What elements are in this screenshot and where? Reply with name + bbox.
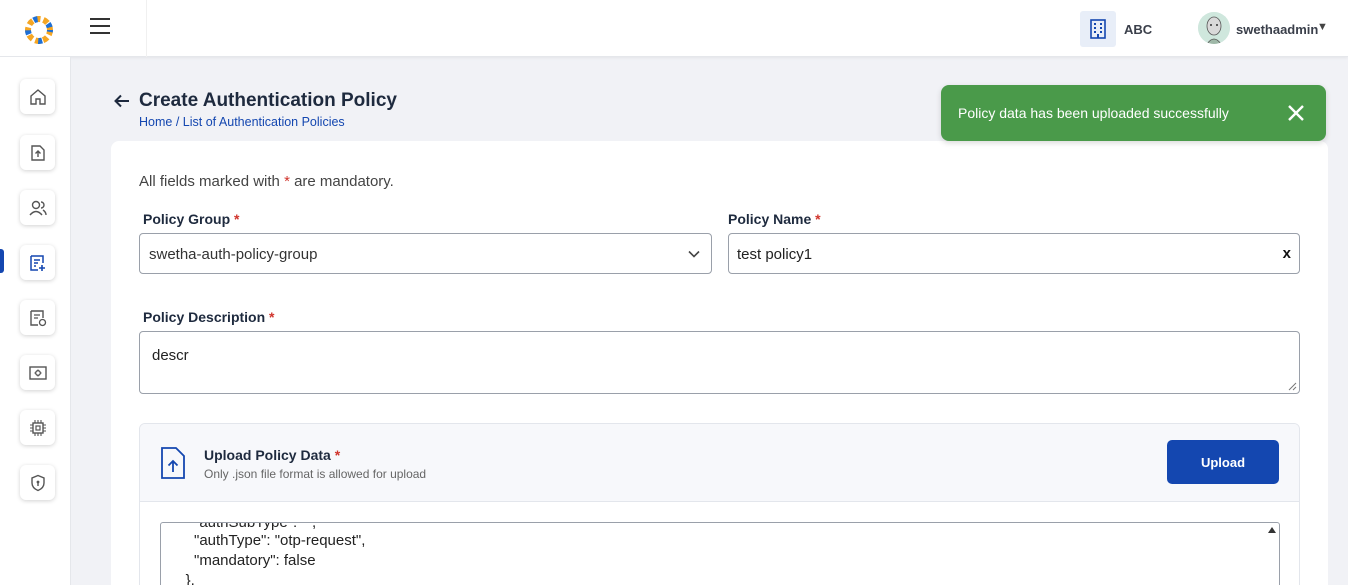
breadcrumb-separator: / (172, 115, 183, 129)
policy-name-input[interactable]: test policy1 x (728, 233, 1300, 274)
upload-hint: Only .json file format is allowed for up… (204, 467, 427, 481)
policy-list-icon (29, 309, 46, 326)
mandatory-prefix: All fields marked with (139, 173, 285, 190)
upload-title-text: Upload Policy Data (204, 447, 331, 463)
policy-add-icon (29, 254, 45, 271)
policy-group-value: swetha-auth-policy-group (149, 246, 318, 263)
upload-button[interactable]: Upload (1167, 440, 1279, 484)
page-title: Create Authentication Policy (139, 90, 397, 111)
back-arrow-icon[interactable] (113, 92, 131, 110)
app-logo-icon[interactable] (22, 13, 56, 47)
policy-group-label-text: Policy Group (143, 211, 231, 227)
policy-group-select[interactable]: swetha-auth-policy-group (139, 233, 712, 274)
sidebar-item-create-policy[interactable] (20, 245, 55, 280)
settings-screen-icon (28, 365, 47, 380)
sidebar-item-devices[interactable] (20, 410, 55, 445)
sidebar-item-security[interactable] (20, 465, 55, 500)
policy-description-textarea[interactable]: descr (139, 331, 1300, 394)
code-line: "authSubType": "", (169, 522, 317, 531)
avatar[interactable] (1198, 12, 1230, 44)
policy-name-label: Policy Name * (728, 211, 821, 227)
breadcrumb: Home / List of Authentication Policies (139, 115, 345, 129)
required-star: * (334, 447, 341, 463)
policy-group-label: Policy Group * (143, 211, 239, 227)
upload-icon (30, 144, 45, 161)
policy-name-value: test policy1 (737, 246, 813, 263)
menu-toggle-icon[interactable] (90, 18, 112, 36)
policy-description-label-text: Policy Description (143, 309, 266, 325)
breadcrumb-home-link[interactable]: Home (139, 115, 172, 129)
sidebar-active-indicator (0, 249, 4, 273)
organization-name: ABC (1124, 22, 1153, 37)
clear-input-button[interactable]: x (1283, 245, 1291, 262)
upload-panel-header: Upload Policy Data * Only .json file for… (140, 424, 1299, 502)
home-icon (29, 88, 46, 105)
policy-description-value: descr (152, 347, 189, 364)
policy-description-label: Policy Description * (143, 309, 275, 325)
chevron-down-icon (688, 250, 700, 258)
code-line: }, (169, 572, 195, 585)
chevron-down-icon[interactable]: ▼ (1317, 21, 1328, 33)
sidebar-item-settings[interactable] (20, 355, 55, 390)
required-star: * (815, 211, 821, 227)
file-upload-icon (161, 447, 185, 479)
breadcrumb-current-link[interactable]: List of Authentication Policies (183, 115, 345, 129)
top-bar: ABC swethaadmin ▼ (0, 0, 1348, 57)
sidebar (0, 57, 71, 585)
resize-handle-icon[interactable] (1288, 382, 1297, 391)
divider (146, 0, 147, 57)
organization-icon[interactable] (1080, 11, 1116, 47)
username[interactable]: swethaadmin (1236, 22, 1318, 37)
users-icon (28, 200, 47, 215)
required-star: * (269, 309, 275, 325)
sidebar-item-home[interactable] (20, 79, 55, 114)
code-line: "mandatory": false (169, 552, 316, 569)
sidebar-item-policy-list[interactable] (20, 300, 55, 335)
success-toast: Policy data has been uploaded successful… (941, 85, 1326, 141)
scroll-up-arrow-icon[interactable] (1268, 527, 1276, 533)
code-line: "authType": "otp-request", (169, 532, 366, 549)
required-star: * (234, 211, 240, 227)
policy-json-editor[interactable]: "authSubType": "", "authType": "otp-requ… (160, 522, 1280, 585)
upload-panel: Upload Policy Data * Only .json file for… (139, 423, 1300, 585)
chip-icon (29, 419, 46, 436)
mandatory-suffix: are mandatory. (289, 173, 394, 190)
toast-message: Policy data has been uploaded successful… (958, 105, 1229, 121)
sidebar-item-users[interactable] (20, 190, 55, 225)
sidebar-item-upload[interactable] (20, 135, 55, 170)
shield-icon (30, 474, 45, 491)
close-icon[interactable] (1287, 104, 1305, 122)
policy-name-label-text: Policy Name (728, 211, 812, 227)
mandatory-note: All fields marked with * are mandatory. (139, 173, 394, 190)
upload-title: Upload Policy Data * (204, 447, 340, 463)
